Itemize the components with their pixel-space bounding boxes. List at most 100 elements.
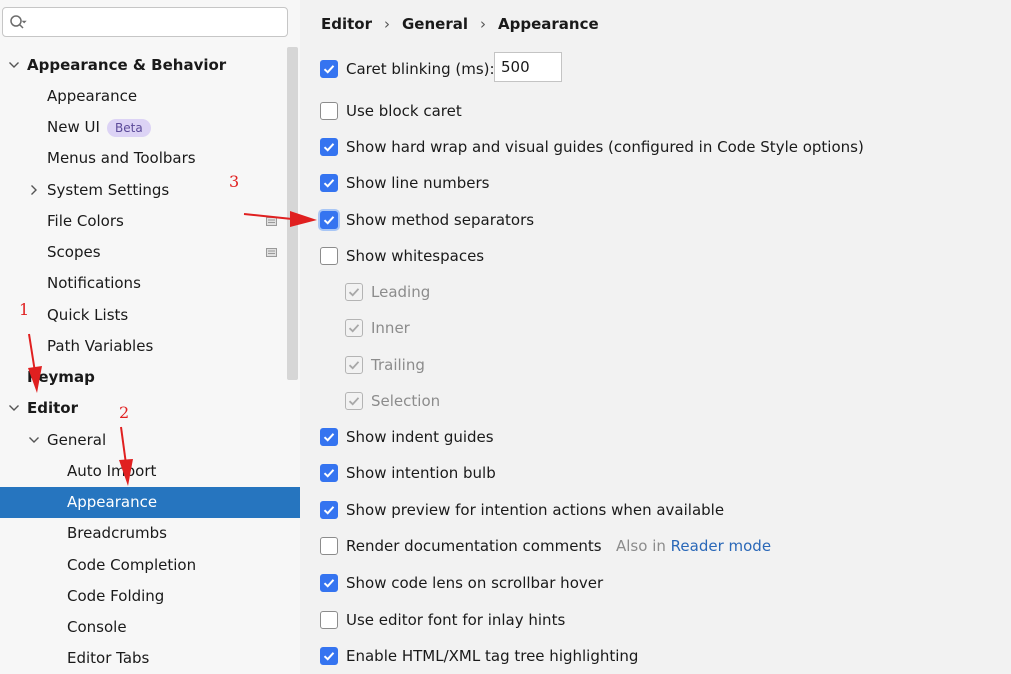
checkbox-checked[interactable]: [320, 501, 338, 519]
chevron-down-icon[interactable]: [28, 434, 40, 446]
breadcrumb-item[interactable]: Editor: [321, 13, 372, 35]
beta-badge: Beta: [107, 119, 151, 137]
tree-item-label: Breadcrumbs: [67, 524, 167, 542]
tree-item-label: Console: [67, 618, 127, 636]
tree-item-console[interactable]: Console: [0, 612, 300, 643]
option-label: Leading: [371, 283, 431, 301]
checkbox-checked[interactable]: [320, 211, 338, 229]
check-icon: [323, 143, 335, 152]
checkbox-unchecked[interactable]: [320, 611, 338, 629]
tree-item-label: Keymap: [27, 368, 95, 386]
tree-item-editor-appearance[interactable]: Appearance: [0, 487, 300, 518]
option-label: Inner: [371, 319, 410, 337]
tree-item-file-colors[interactable]: File Colors: [0, 206, 300, 237]
tree-item-quick-lists[interactable]: Quick Lists: [0, 300, 300, 331]
check-icon: [323, 652, 335, 661]
option-label: Use editor font for inlay hints: [346, 611, 566, 629]
check-icon: [348, 288, 360, 297]
checkbox-disabled: [345, 356, 363, 374]
tree-item-scopes[interactable]: Scopes: [0, 237, 300, 268]
tree-item-path-variables[interactable]: Path Variables: [0, 331, 300, 362]
tree-item-code-completion[interactable]: Code Completion: [0, 550, 300, 581]
search-input[interactable]: [39, 11, 283, 35]
checkbox-checked[interactable]: [320, 138, 338, 156]
breadcrumb-item: Appearance: [498, 15, 599, 33]
checkbox-unchecked[interactable]: [320, 537, 338, 555]
breadcrumb-item[interactable]: General: [402, 13, 468, 35]
check-icon: [348, 324, 360, 333]
tree-item-appearance-behavior[interactable]: Appearance & Behavior: [0, 50, 300, 81]
check-icon: [323, 65, 335, 74]
breadcrumb: Editor › General › Appearance: [321, 13, 599, 35]
option-label: Show preview for intention actions when …: [346, 501, 725, 519]
checkbox-disabled: [345, 283, 363, 301]
settings-content-panel: Editor › General › Appearance Caret blinking…: [300, 0, 1011, 674]
check-icon: [348, 361, 360, 370]
chevron-right-icon: ›: [384, 15, 390, 33]
option-label: Selection: [371, 392, 441, 410]
check-icon: [348, 397, 360, 406]
option-label: Show indent guides: [346, 428, 494, 446]
checkbox-disabled: [345, 319, 363, 337]
project-icon: [266, 248, 277, 257]
option-label: Enable HTML/XML tag tree highlighting: [346, 647, 639, 665]
check-icon: [323, 433, 335, 442]
tree-item-auto-import[interactable]: Auto Import: [0, 456, 300, 487]
option-label: Use block caret: [346, 102, 462, 120]
tree-item-label: Auto Import: [67, 462, 157, 480]
option-label: Show line numbers: [346, 174, 490, 192]
checkbox-checked[interactable]: [320, 574, 338, 592]
checkbox-disabled: [345, 392, 363, 410]
tree-item-label: New UI: [47, 118, 100, 136]
tree-item-label: Scopes: [47, 243, 101, 261]
check-icon: [323, 179, 335, 188]
tree-item-label: Quick Lists: [47, 306, 129, 324]
tree-item-code-folding[interactable]: Code Folding: [0, 581, 300, 612]
tree-item-label: Editor Tabs: [67, 649, 150, 667]
chevron-down-icon[interactable]: [8, 59, 20, 71]
annotation-number: 3: [229, 172, 240, 191]
checkbox-unchecked[interactable]: [320, 247, 338, 265]
reader-mode-hint: Also in Reader mode: [616, 535, 771, 557]
tree-item-new-ui[interactable]: New UI Beta: [0, 112, 300, 143]
chevron-down-icon[interactable]: [8, 402, 20, 414]
checkbox-checked[interactable]: [320, 464, 338, 482]
checkbox-checked[interactable]: [320, 60, 338, 78]
checkbox-checked[interactable]: [320, 647, 338, 665]
chevron-right-icon[interactable]: [28, 184, 40, 196]
tree-item-label: General: [47, 431, 107, 449]
checkbox-unchecked[interactable]: [320, 102, 338, 120]
checkbox-checked[interactable]: [320, 174, 338, 192]
search-field[interactable]: [2, 7, 288, 37]
tree-item-editor-tabs[interactable]: Editor Tabs: [0, 643, 300, 674]
reader-mode-link[interactable]: Reader mode: [671, 537, 771, 555]
project-icon: [266, 217, 277, 226]
option-label: Caret blinking (ms):: [346, 60, 495, 78]
tree-item-keymap[interactable]: Keymap: [0, 362, 300, 393]
checkbox-checked[interactable]: [320, 428, 338, 446]
check-icon: [323, 579, 335, 588]
settings-sidebar: Appearance & Behavior Appearance New UI …: [0, 0, 300, 674]
check-icon: [323, 469, 335, 478]
option-label: Render documentation comments: [346, 537, 602, 555]
tree-item-breadcrumbs[interactable]: Breadcrumbs: [0, 518, 300, 549]
tree-item-label: File Colors: [47, 212, 124, 230]
option-label: Show whitespaces: [346, 247, 485, 265]
hint-text: Also in: [616, 537, 666, 555]
tree-item-label: Menus and Toolbars: [47, 149, 196, 167]
tree-item-label: Appearance: [67, 493, 158, 511]
tree-item-label: System Settings: [47, 181, 170, 199]
tree-item-menus-toolbars[interactable]: Menus and Toolbars: [0, 143, 300, 174]
tree-item-label: Path Variables: [47, 337, 154, 355]
annotation-number: 1: [19, 300, 30, 319]
tree-item-label: Appearance: [47, 87, 138, 105]
caret-blinking-input[interactable]: 500: [494, 52, 562, 82]
tree-item-appearance[interactable]: Appearance: [0, 81, 300, 112]
tree-item-label: Code Folding: [67, 587, 165, 605]
tree-item-notifications[interactable]: Notifications: [0, 268, 300, 299]
tree-item-system-settings[interactable]: System Settings: [0, 175, 300, 206]
tree-item-editor[interactable]: Editor: [0, 393, 300, 424]
option-label: Show hard wrap and visual guides (config…: [346, 138, 864, 156]
search-icon: [10, 15, 27, 29]
tree-item-general[interactable]: General: [0, 425, 300, 456]
